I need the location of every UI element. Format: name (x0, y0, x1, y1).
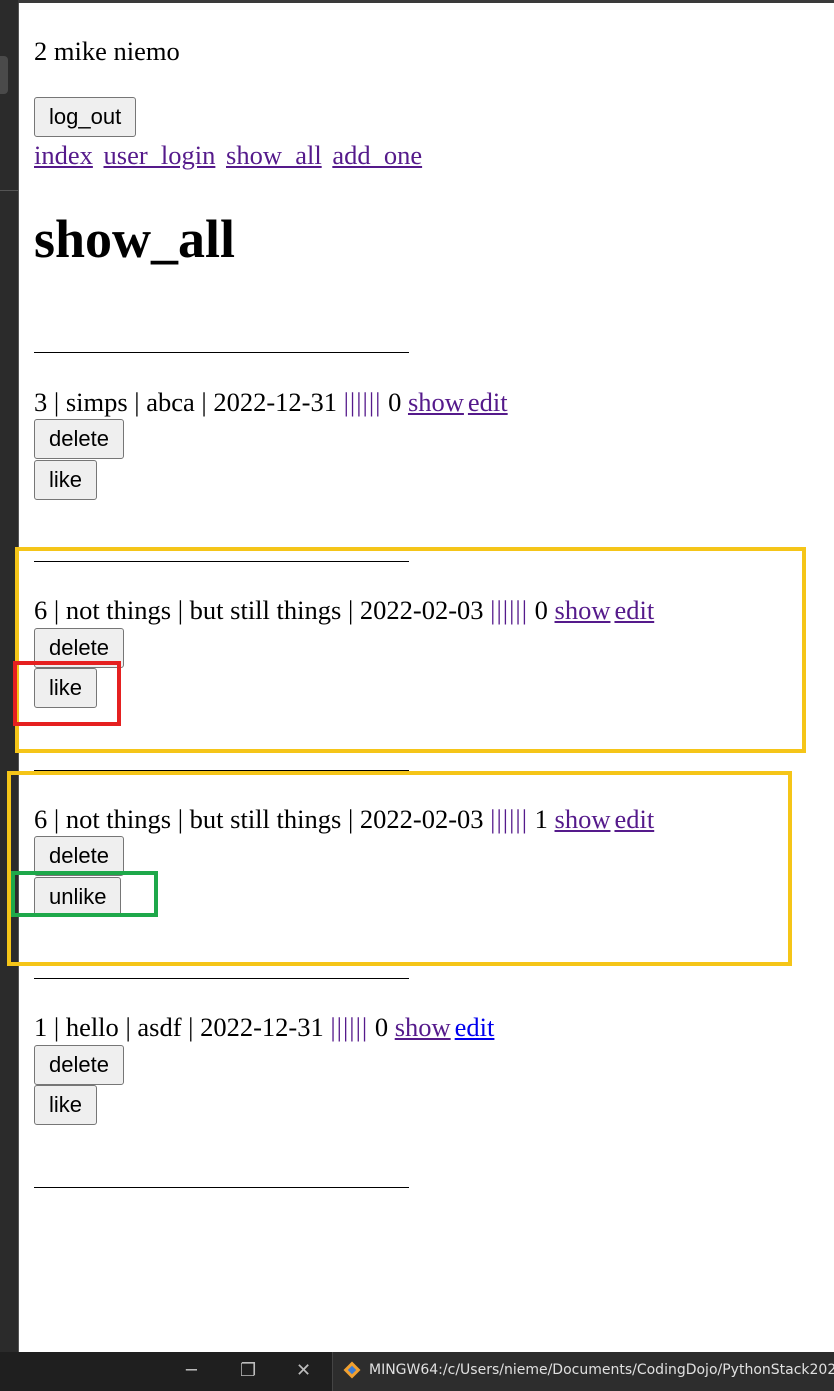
item-likes: 0 (374, 1012, 389, 1042)
item-name: simps (65, 387, 128, 417)
show-link[interactable]: show (395, 1012, 451, 1042)
row-divider (34, 352, 409, 353)
nav-link-index[interactable]: index (34, 140, 93, 170)
nav-link-show-all[interactable]: show_all (226, 140, 322, 170)
edit-link[interactable]: edit (468, 387, 508, 417)
like-button[interactable]: like (34, 1085, 98, 1125)
taskbar-app-mingw[interactable]: MINGW64:/c/Users/nieme/Documents/CodingD… (332, 1352, 834, 1391)
restore-icon[interactable]: ❐ (240, 1360, 256, 1381)
item-desc: abca (146, 387, 195, 417)
nav-links: index user_login show_all add_one (34, 140, 426, 171)
delete-button[interactable]: delete (34, 1045, 124, 1085)
item-id: 3 (34, 387, 48, 417)
separator-bars: |||||| (343, 387, 382, 417)
row-divider (34, 978, 409, 979)
like-button[interactable]: like (34, 460, 98, 500)
nav-link-add-one[interactable]: add_one (332, 140, 422, 170)
unlike-highlight-box (11, 871, 158, 917)
taskbar: ─ ❐ ✕ MINGW64:/c/Users/nieme/Documents/C… (0, 1352, 834, 1391)
like-highlight-box (13, 661, 121, 726)
item-date: 2022-12-31 (200, 1012, 324, 1042)
close-icon[interactable]: ✕ (296, 1360, 311, 1381)
item-name: hello (65, 1012, 119, 1042)
side-divider (0, 190, 18, 191)
item-likes: 0 (388, 387, 402, 417)
taskbar-app-title: MINGW64:/c/Users/nieme/Documents/CodingD… (369, 1362, 834, 1378)
user-greeting: 2 mike niemo (34, 36, 180, 66)
side-tab[interactable] (0, 56, 8, 94)
list-item: 3 | simps | abca | 2022-12-31 |||||| 0 s… (34, 387, 508, 417)
item-desc: asdf (137, 1012, 182, 1042)
show-link[interactable]: show (408, 387, 464, 417)
item-date: 2022-12-31 (213, 387, 337, 417)
row-divider (34, 1187, 409, 1188)
separator-bars: |||||| (330, 1012, 369, 1042)
minimize-icon[interactable]: ─ (186, 1360, 197, 1381)
nav-link-user-login[interactable]: user_login (104, 140, 216, 170)
logout-button[interactable]: log_out (34, 97, 137, 137)
highlight-box (7, 771, 792, 966)
edit-link[interactable]: edit (455, 1012, 495, 1042)
list-item: 1 | hello | asdf | 2022-12-31 |||||| 0 s… (34, 1012, 495, 1042)
delete-button[interactable]: delete (34, 419, 124, 459)
item-id: 1 (34, 1012, 48, 1042)
page-title: show_all (34, 209, 236, 269)
highlight-box (15, 547, 806, 753)
git-bash-icon (343, 1361, 361, 1379)
